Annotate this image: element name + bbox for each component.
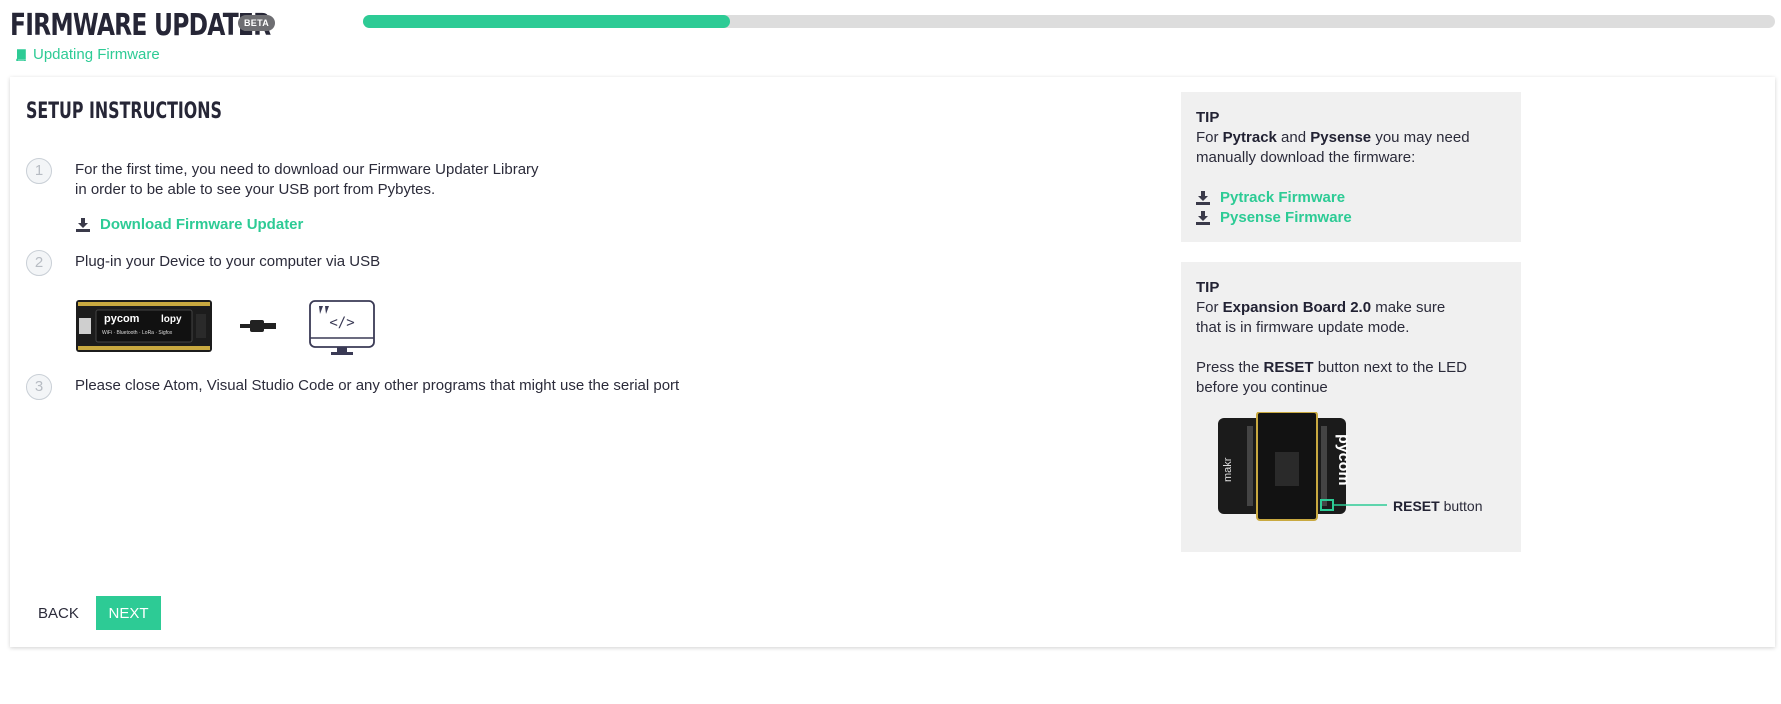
computer-icon: </> bbox=[309, 300, 375, 355]
board-label: makr bbox=[1222, 457, 1234, 482]
step-number: 1 bbox=[26, 158, 52, 184]
expansion-board-illustration: makr pycom RESET button bbox=[1217, 411, 1507, 528]
device-board-illustration: pycom lopy WiFi · Bluetooth · LoRa · Sig… bbox=[76, 300, 212, 357]
tip-text: For Pytrack and Pysense you may need bbox=[1196, 129, 1470, 146]
pytrack-firmware-link[interactable]: Pytrack Firmware bbox=[1196, 188, 1506, 208]
next-button[interactable]: NEXT bbox=[96, 596, 161, 630]
tip-expansion-board: TIP For Expansion Board 2.0 make sure th… bbox=[1181, 262, 1521, 552]
reset-callout-label: RESET button bbox=[1393, 498, 1483, 514]
tip-text: Press the RESET button next to the LED bbox=[1196, 359, 1467, 376]
beta-badge: BETA bbox=[238, 15, 276, 31]
download-link-label: Download Firmware Updater bbox=[100, 216, 304, 233]
svg-text:</>: </> bbox=[329, 315, 354, 331]
step-text-line: For the first time, you need to download… bbox=[75, 161, 539, 178]
section-title: SETUP INSTRUCTIONS bbox=[26, 99, 222, 124]
setup-card: SETUP INSTRUCTIONS 1 For the first time,… bbox=[10, 77, 1775, 647]
back-button[interactable]: BACK bbox=[28, 596, 89, 630]
tip-text: For Expansion Board 2.0 make sure bbox=[1196, 299, 1446, 316]
progress-fill bbox=[363, 15, 731, 28]
device-caption: WiFi · Bluetooth · LoRa · Sigfox bbox=[102, 330, 173, 336]
tip-text: that is in firmware update mode. bbox=[1196, 319, 1410, 336]
pytrack-link-label: Pytrack Firmware bbox=[1220, 189, 1346, 206]
download-icon bbox=[1196, 191, 1210, 205]
tip-text: manually download the firmware: bbox=[1196, 149, 1416, 166]
board-brand: pycom bbox=[1335, 434, 1352, 486]
subtitle: Updating Firmware bbox=[15, 46, 160, 63]
step-text: Plug-in your Device to your computer via… bbox=[75, 253, 381, 270]
step-text-line: in order to be able to see your USB port… bbox=[75, 181, 436, 198]
download-icon bbox=[76, 217, 90, 232]
pysense-firmware-link[interactable]: Pysense Firmware bbox=[1196, 208, 1506, 228]
pysense-link-label: Pysense Firmware bbox=[1220, 209, 1352, 226]
step-number: 2 bbox=[26, 250, 52, 276]
subtitle-text: Updating Firmware bbox=[33, 46, 160, 63]
book-icon bbox=[16, 48, 26, 61]
device-brand: pycom bbox=[104, 313, 140, 325]
progress-bar bbox=[363, 15, 1775, 28]
tip-heading: TIP bbox=[1196, 279, 1220, 296]
tip-firmware-downloads: TIP For Pytrack and Pysense you may need… bbox=[1181, 92, 1521, 242]
tip-text: before you continue bbox=[1196, 379, 1328, 396]
step-2: 2 Plug-in your Device to your computer v… bbox=[26, 250, 926, 370]
step-text: Please close Atom, Visual Studio Code or… bbox=[75, 377, 680, 394]
device-model: lopy bbox=[161, 314, 182, 325]
download-icon bbox=[1196, 211, 1210, 225]
step-number: 3 bbox=[26, 374, 52, 400]
usb-cable-icon bbox=[240, 320, 276, 332]
download-firmware-updater-link[interactable]: Download Firmware Updater bbox=[76, 216, 303, 233]
tip-heading: TIP bbox=[1196, 109, 1220, 126]
step-3: 3 Please close Atom, Visual Studio Code … bbox=[26, 374, 926, 404]
step-text: For the first time, you need to download… bbox=[75, 160, 539, 200]
page-title: FIRMWARE UPDATER bbox=[10, 8, 271, 43]
